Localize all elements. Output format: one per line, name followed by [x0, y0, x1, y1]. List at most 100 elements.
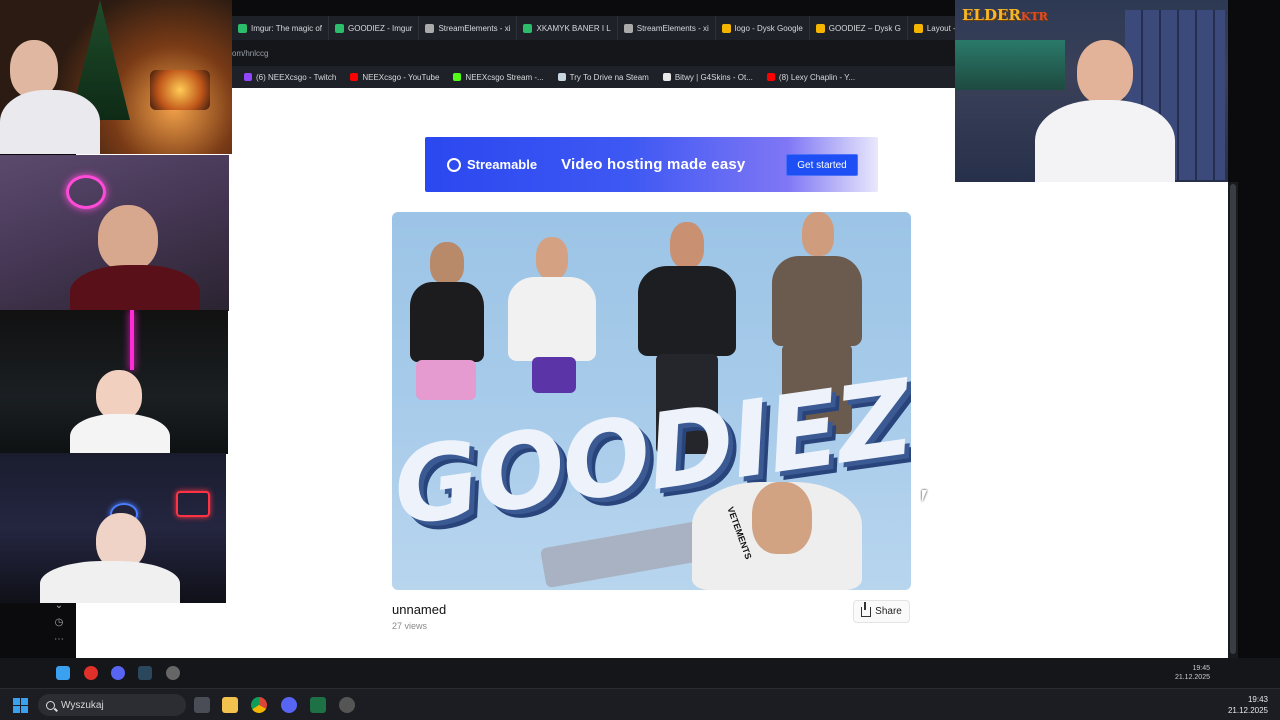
url-text: om/hnlccg [232, 48, 269, 58]
streamer-5 [1035, 40, 1175, 182]
tab-label: GOODIEZ – Dysk G [828, 23, 901, 33]
bookmark-label: Try To Drive na Steam [569, 72, 649, 82]
bookmarks-bar: (6) NEEXcsgo - Twitch NEEXcsgo - YouTube N… [232, 66, 955, 88]
bookmark-item[interactable]: (6) NEEXcsgo - Twitch [238, 73, 342, 82]
bookmark-label: (6) NEEXcsgo - Twitch [256, 72, 337, 82]
bookmark-item[interactable]: NEEXcsgo Stream -... [447, 73, 549, 82]
mouse-cursor [922, 490, 932, 502]
video-player[interactable]: GOODIEZ VETEMENTS [392, 212, 911, 590]
search-icon [46, 700, 55, 710]
inner-date: 21.12.2025 [1174, 674, 1210, 681]
clock-date: 21.12.2025 [1227, 706, 1268, 715]
share-button[interactable]: Share [853, 600, 910, 623]
bookmark-item[interactable]: Try To Drive na Steam [552, 73, 655, 82]
fireplace [150, 70, 210, 110]
bookmark-favicon-icon [350, 73, 359, 81]
history-icon[interactable]: ◷ [55, 617, 64, 628]
bookmark-favicon-icon [766, 73, 775, 81]
taskbar-clock[interactable]: 19:43 21.12.2025 [1228, 694, 1268, 716]
steam-icon[interactable] [138, 666, 152, 680]
browser-tab[interactable]: GOODIEZ - Imgur [329, 16, 420, 40]
webcam-5 [955, 0, 1228, 182]
share-icon [861, 601, 872, 617]
streamer-1 [0, 30, 110, 154]
browser-tab-bar: Imgur: The magic of GOODIEZ - Imgur Stream… [232, 16, 955, 40]
discord-taskbar-icon[interactable] [281, 697, 297, 713]
share-label: Share [875, 606, 902, 617]
start-button[interactable] [13, 698, 28, 713]
side-rail: ⌄ ◷ ⋯ [44, 600, 74, 658]
webcam-2 [0, 155, 229, 311]
tab-favicon-icon [721, 23, 731, 33]
channel-badge: ELDERKTR [962, 6, 1048, 24]
opera-icon[interactable] [84, 666, 98, 680]
bookmark-item[interactable]: (8) Lexy Chaplin - Y... [761, 73, 861, 82]
webcam-4 [0, 453, 226, 603]
tab-favicon-icon [523, 23, 533, 33]
bookmark-favicon-icon [453, 73, 462, 81]
neon-sign [66, 175, 106, 209]
bookmark-label: (8) Lexy Chaplin - Y... [778, 72, 856, 82]
browser-tab[interactable]: XKAMYK BANER I L [517, 16, 618, 40]
excel-icon[interactable] [310, 697, 326, 713]
file-explorer-icon[interactable] [222, 697, 238, 713]
inner-time: 19:45 [1192, 665, 1210, 672]
badge-suffix: KTR [1020, 10, 1048, 23]
webcam-1 [0, 0, 232, 154]
inner-taskbar: 19:45 21.12.2025 [0, 658, 1280, 688]
clock-time: 19:43 [1247, 695, 1268, 704]
tab-favicon-icon [335, 23, 344, 33]
video-views: 27 views [392, 621, 428, 631]
streamable-logo: Streamable [447, 157, 537, 172]
tab-favicon-icon [623, 23, 633, 33]
tab-label: Layout - Dysk Goog [926, 23, 955, 33]
webcam-3 [0, 310, 228, 454]
address-bar[interactable]: om/hnlccg [232, 40, 955, 66]
browser-tab[interactable]: GOODIEZ – Dysk G [810, 16, 908, 40]
bookmark-item[interactable]: Bitwy | G4Skins - Ot... [657, 73, 759, 82]
figure-2 [502, 237, 602, 427]
tab-label: StreamElements - xi [438, 23, 511, 33]
chrome-icon[interactable] [251, 697, 267, 713]
app-icon[interactable] [166, 666, 180, 680]
bookmark-label: NEEXcsgo - YouTube [362, 72, 440, 82]
discord-icon[interactable] [111, 666, 125, 680]
tab-label: Imgur: The magic of [251, 23, 322, 33]
bookmark-item[interactable]: NEEXcsgo - YouTube [344, 73, 445, 82]
taskbar-search[interactable]: Wyszukaj [38, 694, 186, 716]
windows-icon[interactable] [56, 666, 70, 680]
taskbar: Wyszukaj 19:43 21.12.2025 [0, 688, 1280, 720]
tab-label: XKAMYK BANER I L [536, 23, 611, 33]
tab-favicon-icon [238, 23, 247, 33]
search-placeholder: Wyszukaj [61, 699, 104, 711]
figure-1 [402, 242, 492, 432]
more-icon[interactable]: ⋯ [54, 634, 64, 645]
tab-label: logo - Dysk Google [734, 23, 803, 33]
task-view-icon[interactable] [194, 697, 210, 713]
inner-clock: 19:45 21.12.2025 [1175, 664, 1210, 682]
page-scrollbar[interactable] [1228, 182, 1238, 658]
bookmark-label: Bitwy | G4Skins - Ot... [674, 72, 753, 82]
browser-tab[interactable]: StreamElements - xi [618, 16, 716, 40]
tab-label: StreamElements - xi [636, 23, 709, 33]
tab-favicon-icon [815, 23, 825, 33]
obs-icon[interactable] [339, 697, 355, 713]
stream-screen: Imgur: The magic of GOODIEZ - Imgur Stream… [0, 0, 1280, 720]
browser-tab[interactable]: StreamElements - xi [419, 16, 518, 40]
get-started-button[interactable]: Get started [786, 154, 858, 176]
ad-banner[interactable]: Streamable Video hosting made easy Get s… [425, 137, 878, 192]
tab-label: GOODIEZ - Imgur [348, 23, 413, 33]
tab-favicon-icon [425, 23, 435, 33]
ad-brand: Streamable [467, 157, 538, 172]
browser-tab[interactable]: Layout - Dysk Goog [908, 16, 955, 40]
streamer-2 [70, 205, 200, 311]
video-title: unnamed [392, 602, 447, 617]
figure-5: VETEMENTS [539, 462, 872, 590]
streamer-3 [70, 370, 170, 454]
browser-tab[interactable]: Imgur: The magic of [232, 16, 329, 40]
bookmark-favicon-icon [662, 73, 671, 81]
scrollbar-thumb[interactable] [1230, 184, 1236, 654]
browser-tab[interactable]: logo - Dysk Google [716, 16, 810, 40]
tab-favicon-icon [913, 23, 923, 33]
bookmark-favicon-icon [244, 73, 252, 81]
